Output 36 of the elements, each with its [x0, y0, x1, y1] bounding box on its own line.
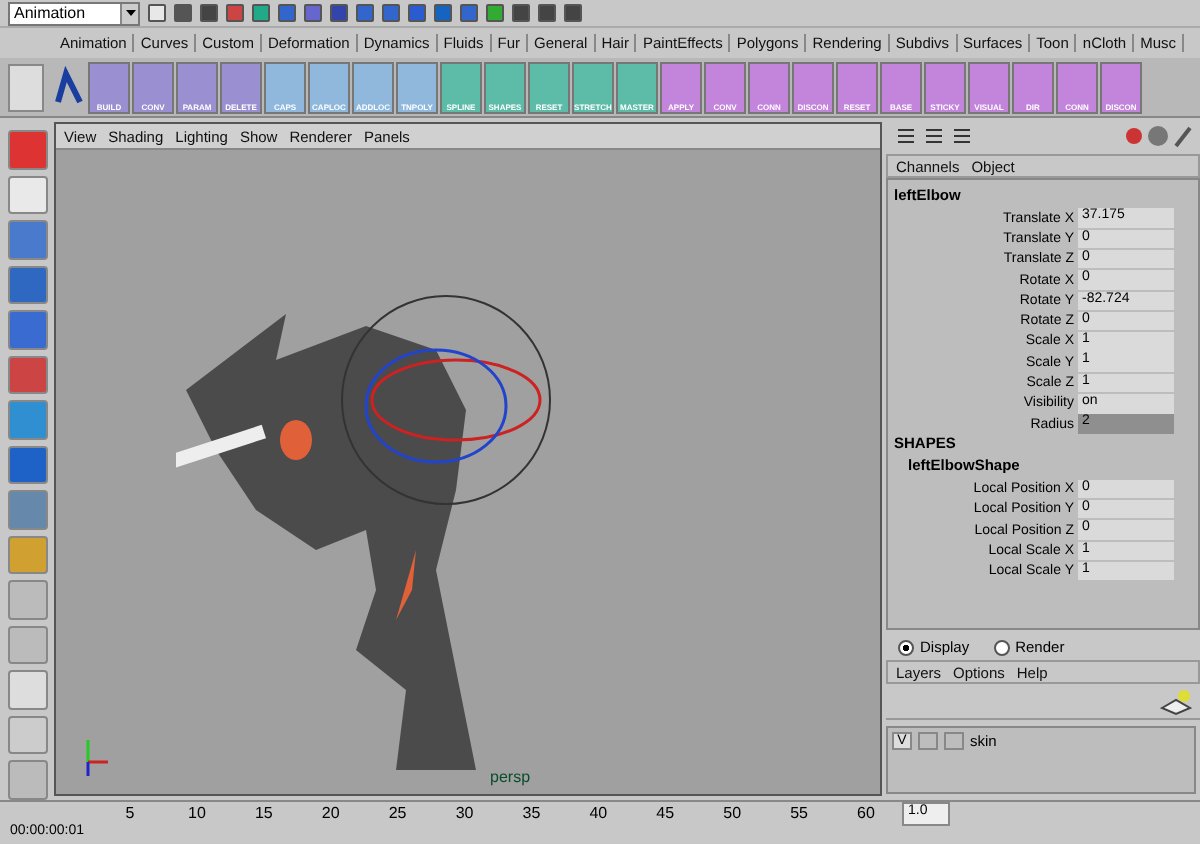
frame-tick: 45 [654, 804, 677, 822]
rotate-manipulator-icon [336, 290, 556, 510]
caret-icon [125, 10, 135, 16]
tool-icon[interactable] [7, 310, 47, 350]
frame-tick: 15 [252, 804, 275, 822]
tool-icon[interactable] [7, 220, 47, 260]
joint-tool-icon[interactable] [50, 65, 86, 109]
frame-tick: 55 [788, 804, 810, 822]
tool-icon[interactable] [7, 760, 47, 800]
tool-icon[interactable] [7, 535, 47, 575]
tool-icon[interactable] [7, 490, 47, 530]
frame-tick: 5 [123, 804, 137, 822]
tool-icon[interactable] [7, 130, 47, 170]
mode-dropdown[interactable]: Animation [8, 1, 140, 25]
camera-label: persp [490, 768, 531, 786]
shelf-menu-button[interactable] [8, 63, 44, 111]
new-layer-icon[interactable] [1160, 688, 1192, 716]
tool-icon[interactable] [7, 670, 47, 710]
tool-icon[interactable] [7, 355, 47, 395]
frame-tick: 60 [855, 804, 877, 822]
frame-tick: 30 [453, 804, 476, 822]
tool-icon[interactable] [7, 715, 47, 755]
tool-icon[interactable] [7, 400, 47, 440]
frame-tick: 50 [721, 804, 744, 822]
frame-tick: 20 [319, 804, 342, 822]
tool-icon[interactable] [7, 175, 47, 215]
tool-icon[interactable] [7, 445, 47, 485]
tool-icon[interactable] [7, 265, 47, 305]
frame-tick: 40 [587, 804, 610, 822]
frame-tick: 35 [520, 804, 543, 822]
channel-box-icon[interactable] [894, 126, 974, 146]
palette-icon[interactable] [1124, 124, 1192, 148]
tool-icon[interactable] [7, 625, 47, 665]
frame-tick: 10 [186, 804, 208, 822]
tool-icon[interactable] [7, 580, 47, 620]
frame-tick: 25 [386, 804, 409, 822]
